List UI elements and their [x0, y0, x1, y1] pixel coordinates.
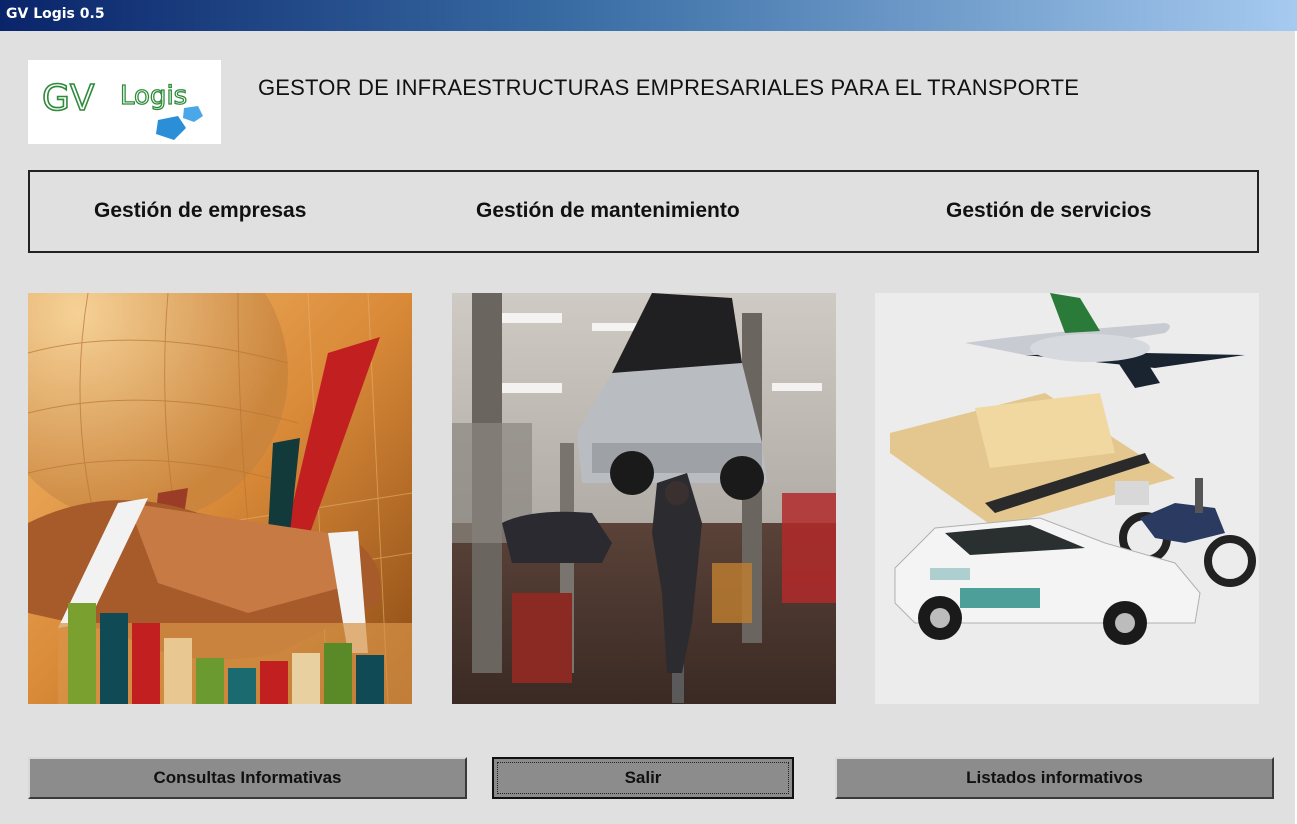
- logo-pentagon-shape: [156, 116, 186, 140]
- focus-ring: [497, 762, 789, 794]
- app-logo: GV Logis: [28, 60, 221, 144]
- servicios-image[interactable]: [875, 293, 1259, 704]
- app-heading: GESTOR DE INFRAESTRUCTURAS EMPRESARIALES…: [258, 75, 1080, 100]
- consultas-informativas-button[interactable]: Consultas Informativas: [28, 757, 467, 799]
- nav-gestion-mantenimiento[interactable]: Gestión de mantenimiento: [476, 199, 740, 223]
- main-window: GV Logis 0.5 GV Logis GESTOR DE INFRAEST…: [0, 0, 1297, 824]
- nav-gestion-empresas[interactable]: Gestión de empresas: [94, 199, 306, 223]
- empresas-image[interactable]: [28, 293, 412, 704]
- logo-gv-text: GV: [42, 78, 95, 119]
- salir-button[interactable]: Salir: [492, 757, 794, 799]
- module-nav: Gestión de empresas Gestión de mantenimi…: [28, 170, 1259, 253]
- window-title: GV Logis 0.5: [6, 6, 105, 22]
- nav-gestion-servicios[interactable]: Gestión de servicios: [946, 199, 1151, 223]
- mantenimiento-image[interactable]: [452, 293, 836, 704]
- logo-logis-text: Logis: [120, 81, 187, 111]
- title-bar[interactable]: GV Logis 0.5: [0, 0, 1297, 31]
- listados-informativos-button[interactable]: Listados informativos: [835, 757, 1274, 799]
